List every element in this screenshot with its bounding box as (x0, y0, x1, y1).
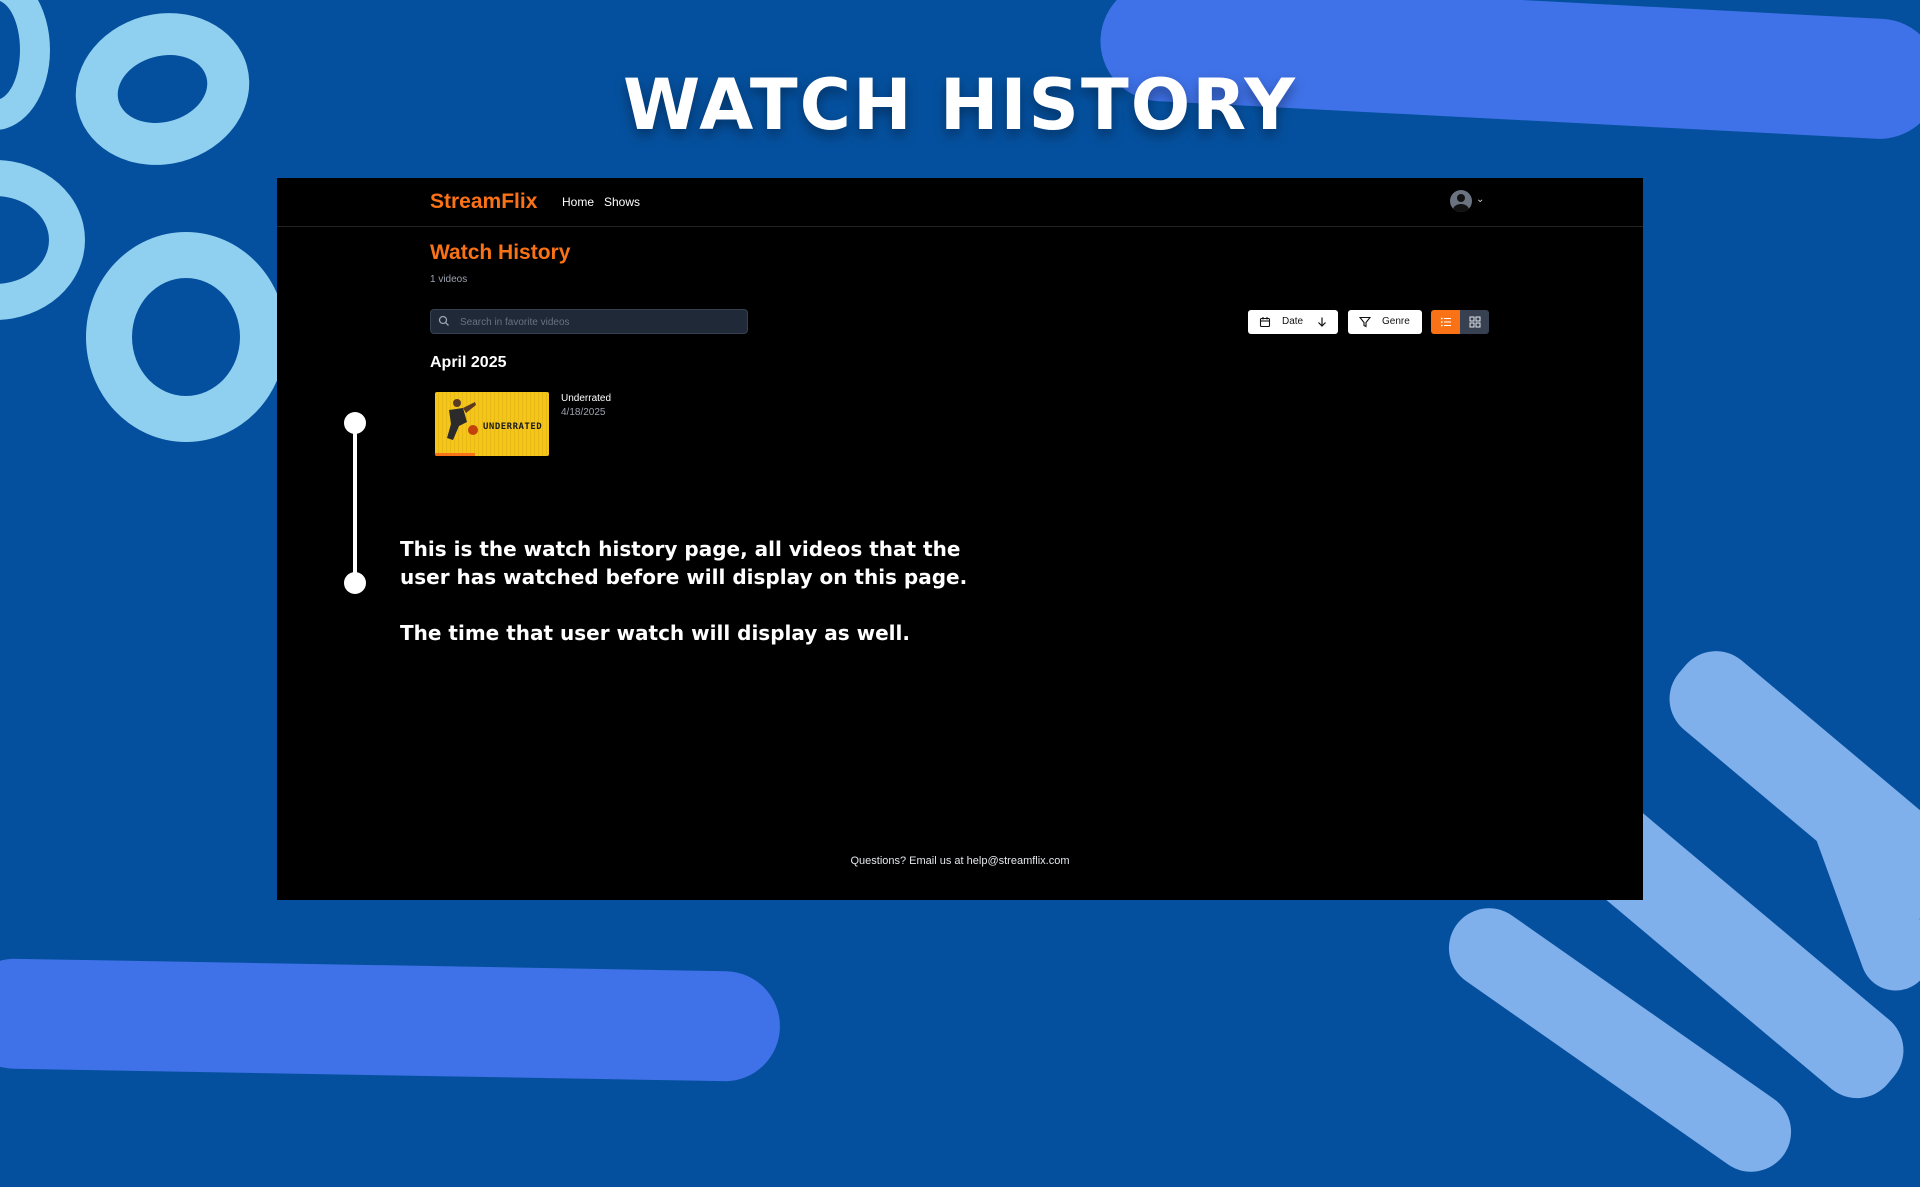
annotation-dot-top (344, 412, 366, 434)
video-watch-date: 4/18/2025 (561, 407, 606, 418)
video-title[interactable]: Underrated (561, 393, 611, 404)
nav-home-link[interactable]: Home (562, 195, 594, 209)
calendar-icon (1259, 317, 1271, 328)
nav-shows-link[interactable]: Shows (604, 195, 640, 209)
thumbnail-title-text: UNDERRATED (483, 422, 543, 432)
list-view-toggle[interactable] (1431, 310, 1460, 334)
genre-filter-button[interactable]: Genre (1348, 310, 1422, 334)
watch-progress-bar (435, 453, 475, 456)
annotation-line (353, 423, 357, 583)
footer-contact: Questions? Email us at help@streamflix.c… (850, 855, 1070, 867)
search-input[interactable] (458, 313, 742, 332)
grid-icon (1469, 316, 1481, 328)
month-group-heading: April 2025 (430, 354, 507, 371)
sort-date-label: Date (1282, 316, 1304, 327)
chevron-down-icon[interactable]: ⌄ (1476, 194, 1484, 205)
brand-logo[interactable]: StreamFlix (430, 190, 537, 214)
sort-date-button[interactable]: Date (1248, 310, 1338, 334)
list-icon (1440, 317, 1451, 327)
annotation-text-line-2: user has watched before will display on … (400, 565, 968, 589)
arrow-down-icon (1318, 317, 1326, 327)
video-count: 1 videos (430, 274, 468, 285)
filter-icon (1359, 316, 1371, 328)
annotation-text-line-3: The time that user watch will display as… (400, 621, 910, 645)
annotation-dot-bottom (344, 572, 366, 594)
slide-title: WATCH HISTORY (623, 64, 1297, 146)
top-navbar: StreamFlix Home Shows ⌄ (277, 178, 1643, 227)
grid-view-toggle[interactable] (1460, 310, 1489, 334)
user-avatar-icon[interactable] (1450, 190, 1472, 212)
player-silhouette-icon (447, 399, 478, 440)
search-box[interactable] (430, 309, 748, 334)
video-thumbnail[interactable]: UNDERRATED (435, 392, 549, 456)
annotation-text-line-1: This is the watch history page, all vide… (400, 537, 961, 561)
page-title: Watch History (430, 241, 571, 264)
search-icon (438, 315, 449, 326)
genre-filter-label: Genre (1382, 316, 1410, 327)
